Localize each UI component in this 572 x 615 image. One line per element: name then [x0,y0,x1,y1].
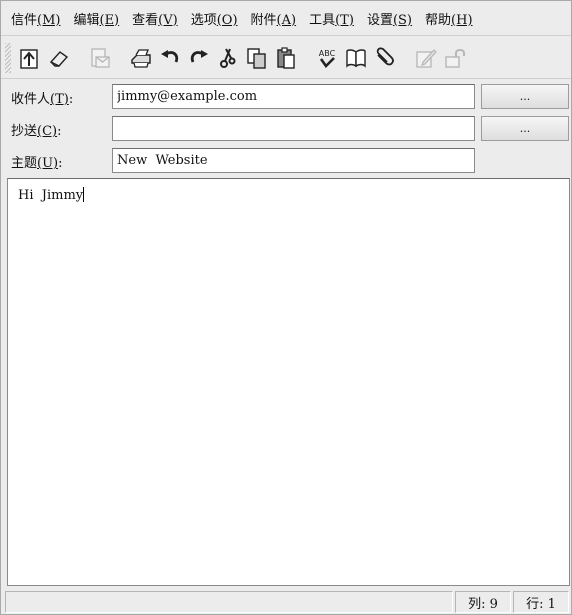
print-button[interactable] [128,43,154,73]
encrypt-icon [445,48,465,68]
status-bar: 列: 9 行: 1 [1,589,571,615]
send-button[interactable] [17,43,43,73]
cc-address-button[interactable]: ... [481,116,569,141]
copy-button[interactable] [244,43,270,73]
toolbar-grip[interactable] [5,42,11,73]
menu-options-key: (O) [216,12,238,28]
to-label-key: (T) [50,92,69,107]
cc-row: 抄送(C): ... [1,115,571,141]
undo-icon [161,49,179,63]
menu-attach[interactable]: 附件(A) [251,9,297,28]
sign-icon [416,48,437,68]
send-icon [20,48,38,69]
subject-label-key: (U) [37,156,59,171]
menu-edit-label: 编辑 [73,12,100,28]
message-body[interactable]: Hi Jimmy [7,178,570,586]
menu-tools-key: (T) [335,12,354,28]
menu-attach-key: (A) [276,12,297,28]
menu-view-label: 查看 [132,12,159,28]
save-draft-icon [91,47,110,68]
print-icon [131,48,151,68]
menu-edit[interactable]: 编辑(E) [73,9,119,28]
address-book-icon [346,48,366,68]
menu-help-key: (H) [451,12,473,28]
attach-icon [376,46,394,65]
subject-label-colon: : [58,156,63,171]
undo-button[interactable] [157,43,183,73]
status-column: 列: 9 [455,591,511,613]
save-draft-button[interactable] [87,43,113,73]
menu-options[interactable]: 选项(O) [191,9,238,28]
cut-button[interactable] [215,43,241,73]
message-text: Hi Jimmy [18,188,84,203]
paste-icon [277,46,295,69]
eraser-icon [49,50,69,67]
spellcheck-button[interactable]: ABC [314,43,340,73]
menu-view-key: (V) [158,12,178,28]
clear-button[interactable] [46,43,72,73]
menu-bar: 信件(M) 编辑(E) 查看(V) 选项(O) 附件(A) 工具(T) 设置(S… [1,1,571,36]
address-book-button[interactable] [343,43,369,73]
cc-label-text: 抄送 [11,124,38,139]
cc-label-key: (C) [37,124,58,139]
header-fields: 收件人(T): ... 抄送(C): ... 主题(U): [1,80,571,176]
status-message-area [5,591,453,613]
copy-icon [247,47,266,69]
cc-label-colon: : [57,124,62,139]
svg-text:ABC: ABC [319,49,336,58]
sign-button[interactable] [413,43,439,73]
menu-settings-label: 设置 [366,12,393,28]
menu-help[interactable]: 帮助(H) [425,9,473,28]
to-label-colon: : [68,92,74,107]
menu-options-label: 选项 [190,12,217,28]
to-address-button[interactable]: ... [481,84,569,109]
toolbar: ABC [1,37,571,79]
to-row: 收件人(T): ... [1,83,571,109]
message-body-text[interactable]: Hi Jimmy [18,187,85,203]
attach-button[interactable] [372,43,398,73]
menu-tools-label: 工具 [309,12,336,28]
composer-window: 信件(M) 编辑(E) 查看(V) 选项(O) 附件(A) 工具(T) 设置(S… [0,0,572,615]
menu-settings-key: (S) [392,12,413,28]
encrypt-button[interactable] [442,43,468,73]
cut-icon [220,48,236,68]
cc-field[interactable] [112,116,475,141]
subject-label: 主题(U): [11,152,63,171]
text-caret [83,187,85,202]
subject-row: 主题(U): [1,147,571,173]
status-line: 行: 1 [513,591,569,613]
paste-button[interactable] [273,43,299,73]
menu-message-label: 信件 [11,12,38,28]
menu-attach-label: 附件 [250,12,277,28]
redo-icon [190,49,208,63]
menu-tools[interactable]: 工具(T) [309,9,354,28]
to-label: 收件人(T): [11,88,73,107]
cc-label: 抄送(C): [11,120,62,139]
menu-help-label: 帮助 [425,12,452,28]
to-field[interactable] [112,84,475,109]
to-label-text: 收件人 [11,92,51,107]
menu-message-key: (M) [37,12,61,28]
menu-message[interactable]: 信件(M) [11,9,60,28]
subject-field[interactable] [112,148,475,173]
menu-view[interactable]: 查看(V) [132,9,178,28]
spellcheck-icon: ABC [319,49,336,68]
subject-label-text: 主题 [11,156,38,171]
menu-edit-key: (E) [99,12,120,28]
redo-button[interactable] [186,43,212,73]
menu-settings[interactable]: 设置(S) [367,9,412,28]
